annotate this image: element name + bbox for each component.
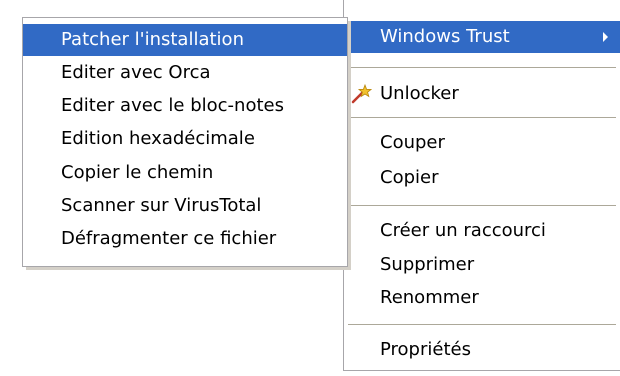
submenu-arrow-icon (603, 32, 608, 42)
menu-separator (348, 324, 616, 325)
menu-item-unlocker[interactable]: Unlocker (344, 78, 620, 110)
menu-item-rename[interactable]: Renommer (344, 282, 620, 314)
submenu-item-copier-chemin[interactable]: Copier le chemin (23, 157, 347, 189)
menu-item-label: Couper (380, 132, 445, 153)
menu-item-label: Propriétés (380, 339, 471, 360)
menu-separator (348, 117, 616, 118)
menu-item-label: Unlocker (380, 83, 459, 104)
menu-separator (348, 67, 616, 68)
submenu-shadow (348, 21, 351, 270)
menu-item-label: Créer un raccourci (380, 220, 546, 241)
submenu-item-editer-bloc-notes[interactable]: Editer avec le bloc-notes (23, 90, 347, 122)
menu-item-label: Supprimer (380, 254, 475, 275)
submenu-item-label: Patcher l'installation (61, 29, 244, 50)
menu-item-cut[interactable]: Couper (344, 127, 620, 159)
submenu-item-defragmenter[interactable]: Défragmenter ce fichier (23, 223, 347, 255)
menu-item-label: Renommer (380, 287, 479, 308)
submenu-item-label: Scanner sur VirusTotal (61, 195, 262, 216)
submenu: Patcher l'installation Editer avec Orca … (22, 17, 348, 267)
submenu-item-editer-orca[interactable]: Editer avec Orca (23, 57, 347, 89)
submenu-item-label: Défragmenter ce fichier (61, 228, 277, 249)
context-menu: Windows Trust Unlocker Couper Copier Cré… (343, 0, 620, 371)
submenu-shadow (26, 267, 351, 270)
menu-item-windows-trust[interactable]: Windows Trust (344, 21, 620, 53)
submenu-item-patcher-installation[interactable]: Patcher l'installation (23, 24, 347, 56)
menu-item-copy[interactable]: Copier (344, 162, 620, 194)
submenu-item-label: Copier le chemin (61, 162, 214, 183)
menu-item-properties[interactable]: Propriétés (344, 334, 620, 366)
submenu-item-label: Editer avec Orca (61, 62, 211, 83)
submenu-item-label: Edition hexadécimale (61, 128, 255, 149)
menu-item-create-shortcut[interactable]: Créer un raccourci (344, 215, 620, 247)
magic-wand-star-icon (351, 84, 372, 104)
submenu-item-edition-hexadecimale[interactable]: Edition hexadécimale (23, 123, 347, 155)
menu-separator (348, 205, 616, 206)
menu-item-label: Copier (380, 167, 439, 188)
menu-item-delete[interactable]: Supprimer (344, 249, 620, 281)
submenu-item-scanner-virustotal[interactable]: Scanner sur VirusTotal (23, 190, 347, 222)
menu-item-label: Windows Trust (380, 26, 510, 47)
submenu-item-label: Editer avec le bloc-notes (61, 95, 284, 116)
